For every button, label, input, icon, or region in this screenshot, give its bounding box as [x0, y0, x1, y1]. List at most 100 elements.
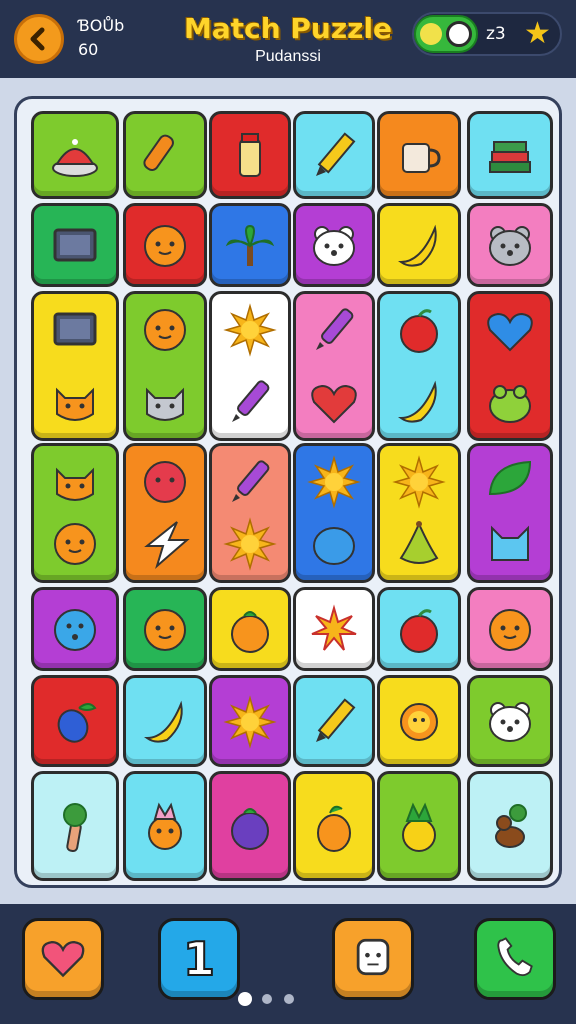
tile-r3c1[interactable] [31, 291, 119, 441]
tile-r4c2[interactable] [123, 443, 207, 583]
sun-icon [222, 694, 278, 754]
page-dot-3[interactable] [284, 994, 294, 1004]
tile-r4c4[interactable] [293, 443, 375, 583]
heart-button[interactable] [22, 918, 104, 1000]
sun-icon [222, 516, 278, 576]
pencil-icon [306, 128, 362, 188]
page-dot-1[interactable] [238, 992, 252, 1006]
tile-r4c5[interactable] [377, 443, 461, 583]
tile-r6c3[interactable] [209, 675, 291, 767]
marker-icon [306, 302, 362, 362]
cap-icon [47, 128, 103, 188]
tile-r7c4[interactable] [293, 771, 375, 881]
screen-icon [47, 302, 103, 362]
tile-r7c1[interactable] [31, 771, 119, 881]
heart-icon [306, 374, 362, 434]
tile-r6c6[interactable] [467, 675, 553, 767]
tile-r2c2[interactable] [123, 203, 207, 287]
tile-r1c5[interactable] [377, 111, 461, 199]
tile-r3c5[interactable] [377, 291, 461, 441]
apple-icon [391, 302, 447, 362]
tile-r3c4[interactable] [293, 291, 375, 441]
banana-icon [137, 694, 193, 754]
tree-icon [47, 799, 103, 859]
tile-r1c6[interactable] [467, 111, 553, 199]
page-dot-2[interactable] [262, 994, 272, 1004]
tile-r2c1[interactable] [31, 203, 119, 287]
plum-icon [222, 799, 278, 859]
tile-r4c6[interactable] [467, 443, 553, 583]
star-icon: ★ [524, 16, 551, 51]
game-board [14, 96, 562, 888]
tile-r5c3[interactable] [209, 587, 291, 671]
tile-r3c3[interactable] [209, 291, 291, 441]
star-count: z3 [486, 24, 506, 44]
blue-heart-icon [482, 302, 538, 362]
pear-icon [391, 516, 447, 576]
marker-icon [222, 374, 278, 434]
tile-r5c4[interactable] [293, 587, 375, 671]
number-button[interactable]: 1 [158, 918, 240, 1000]
tile-r2c6[interactable] [467, 203, 553, 287]
pineapple-icon [391, 799, 447, 859]
chevron-left-icon [30, 27, 45, 51]
stat-top: ƁOŮb [78, 16, 125, 35]
heart-icon [37, 931, 89, 987]
blue-face-icon [47, 602, 103, 662]
face-button[interactable] [332, 918, 414, 1000]
sun-icon [306, 454, 362, 514]
apple-icon [391, 602, 447, 662]
tile-r5c1[interactable] [31, 587, 119, 671]
tile-r7c6[interactable] [467, 771, 553, 881]
pineapple-face-icon [137, 799, 193, 859]
tile-r7c5[interactable] [377, 771, 461, 881]
tile-r3c2[interactable] [123, 291, 207, 441]
orange-face-icon [137, 602, 193, 662]
white-bear-icon [482, 694, 538, 754]
tile-r6c2[interactable] [123, 675, 207, 767]
frog-icon [482, 374, 538, 434]
phone-button[interactable] [474, 918, 556, 1000]
tile-r4c3[interactable] [209, 443, 291, 583]
orange-face-icon [137, 302, 193, 362]
cat-head-icon [482, 516, 538, 576]
tile-r1c3[interactable] [209, 111, 291, 199]
cat-icon [47, 374, 103, 434]
tile-r2c3[interactable] [209, 203, 291, 287]
face-icon [347, 931, 399, 987]
tile-r6c5[interactable] [377, 675, 461, 767]
bottle-icon [222, 128, 278, 188]
tile-r7c2[interactable] [123, 771, 207, 881]
back-button[interactable] [14, 14, 64, 64]
star-icon [137, 516, 193, 576]
red-face-icon [137, 454, 193, 514]
tile-r1c1[interactable] [31, 111, 119, 199]
marker-icon [222, 454, 278, 514]
tile-r1c2[interactable] [123, 111, 207, 199]
mug-icon [391, 128, 447, 188]
grey-cat-icon [137, 374, 193, 434]
tile-r3c6[interactable] [467, 291, 553, 441]
tile-r6c1[interactable] [31, 675, 119, 767]
flower-icon [391, 694, 447, 754]
pencil-icon [306, 694, 362, 754]
tile-r5c6[interactable] [467, 587, 553, 671]
screen-icon [47, 218, 103, 278]
sun-icon [391, 454, 447, 514]
tile-r2c5[interactable] [377, 203, 461, 287]
tile-r5c2[interactable] [123, 587, 207, 671]
tile-r2c4[interactable] [293, 203, 375, 287]
banana-icon [391, 374, 447, 434]
stat-bottom: 60 [78, 40, 99, 59]
page-subtitle: Pudanssi [255, 48, 321, 65]
squirrel-icon [482, 799, 538, 859]
blue-blob-icon [306, 516, 362, 576]
sound-toggle[interactable] [414, 15, 478, 53]
tile-r6c4[interactable] [293, 675, 375, 767]
tile-r4c1[interactable] [31, 443, 119, 583]
toggle-knob [446, 21, 472, 47]
tile-r1c4[interactable] [293, 111, 375, 199]
tile-r7c3[interactable] [209, 771, 291, 881]
leaf-icon [482, 454, 538, 514]
tile-r5c5[interactable] [377, 587, 461, 671]
